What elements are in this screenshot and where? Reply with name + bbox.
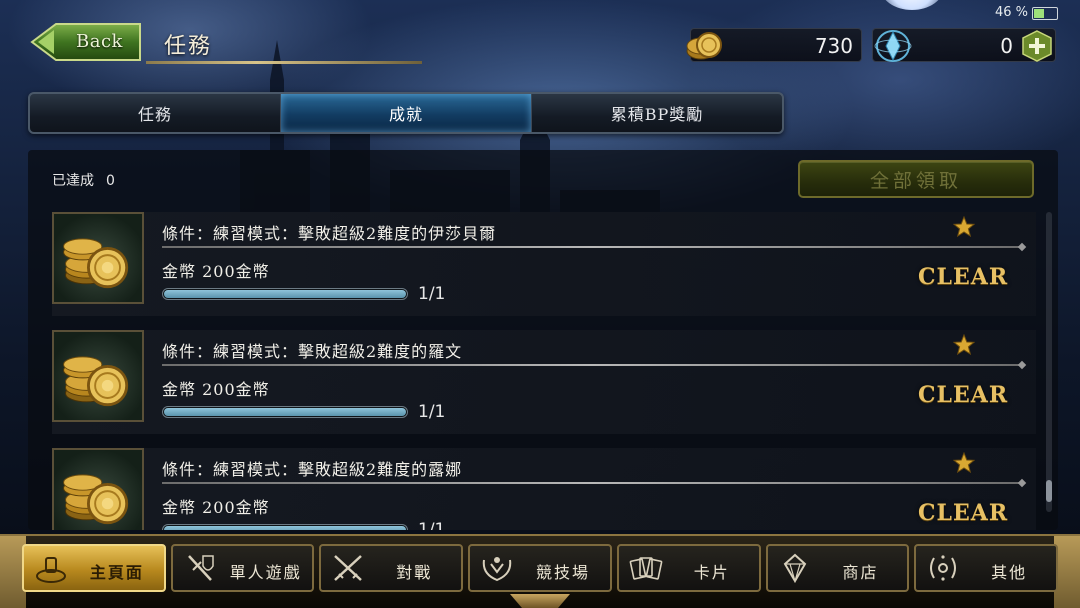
nav-cards-label: 卡片 — [693, 563, 730, 582]
progress-text: 1/1 — [418, 402, 446, 422]
back-button[interactable]: Back — [30, 22, 142, 62]
clear-status: CLEAR — [918, 500, 1009, 526]
achievement-condition: 條件：練習模式：擊敗超級2難度的伊莎貝爾 — [162, 224, 497, 243]
shop-icon — [783, 553, 806, 584]
achievement-row: 條件：練習模式：擊敗超級2難度的羅文 金幣 200金幣 1/1 CLEAR — [52, 330, 1036, 434]
achievement-reward: 金幣 200金幣 — [162, 498, 270, 517]
nav-other-label: 其他 — [991, 563, 1028, 582]
tab-bp-rewards[interactable]: 累積BP獎勵 — [532, 94, 782, 132]
achievement-condition: 條件：練習模式：擊敗超級2難度的露娜 — [162, 460, 463, 479]
star-icon — [953, 334, 975, 356]
star-icon — [953, 216, 975, 238]
tab-missions[interactable]: 任務 — [30, 94, 281, 132]
progress-bar — [162, 524, 408, 530]
nav-battle[interactable]: 對戰 — [319, 544, 464, 592]
achievement-row: 條件：練習模式：擊敗超級2難度的露娜 金幣 200金幣 1/1 CLEAR — [52, 448, 1036, 530]
achieved-value: 0 — [106, 173, 115, 189]
home-icon — [36, 557, 66, 583]
page-title: 任務 — [164, 34, 213, 59]
nav-shop-label: 商店 — [842, 563, 879, 582]
crystal-icon — [874, 30, 912, 62]
achievement-reward: 金幣 200金幣 — [162, 380, 270, 399]
list-scrollbar[interactable] — [1046, 212, 1052, 512]
divider — [162, 364, 1022, 366]
reward-coins-icon — [52, 448, 144, 530]
battery-icon — [1032, 7, 1058, 20]
clear-status: CLEAR — [918, 264, 1009, 290]
laurel-crest-icon — [482, 557, 512, 582]
achievement-row: 條件：練習模式：擊敗超級2難度的伊莎貝爾 金幣 200金幣 1/1 CLEAR — [52, 212, 1036, 316]
crystal-amount: 0 — [1000, 34, 1013, 58]
nav-single-player[interactable]: 單人遊戲 — [170, 544, 315, 592]
nav-arena-label: 競技場 — [536, 563, 591, 582]
nav-cards[interactable]: 卡片 — [616, 544, 761, 592]
gold-balance: 730 — [686, 28, 862, 62]
cards-icon — [629, 557, 663, 580]
bottom-crest-ornament — [510, 594, 570, 608]
divider — [162, 246, 1022, 248]
clear-status: CLEAR — [918, 382, 1009, 408]
progress-text: 1/1 — [418, 284, 446, 304]
back-label: Back — [76, 31, 123, 52]
progress-bar — [162, 288, 408, 300]
title-underline — [146, 61, 422, 64]
battery-percent: 46 % — [994, 5, 1028, 20]
star-icon — [953, 452, 975, 474]
nav-other[interactable]: 其他 — [914, 544, 1059, 592]
gold-amount: 730 — [814, 34, 853, 58]
progress-text: 1/1 — [418, 520, 446, 530]
bottom-navigation: 主頁面 單人遊戲 對戰 競技場 卡片 商店 其他 — [0, 534, 1080, 608]
achieved-count: 已達成 0 — [52, 170, 115, 190]
nav-battle-label: 對戰 — [396, 563, 433, 582]
sword-shield-icon — [187, 555, 214, 581]
crystal-balance: 0 — [872, 28, 1056, 62]
gold-coin-icon — [686, 32, 722, 60]
achievements-panel: 已達成 0 全部領取 條件：練習模式：擊敗超級2難度的伊莎貝爾 金幣 200金幣 … — [28, 150, 1058, 530]
nav-home-label: 主頁面 — [89, 563, 144, 582]
tab-achievements[interactable]: 成就 — [281, 94, 532, 132]
add-currency-button[interactable] — [1021, 30, 1053, 62]
moon — [880, 0, 944, 10]
tab-bar: 任務 成就 累積BP獎勵 — [28, 92, 784, 134]
nav-single-player-label: 單人遊戲 — [229, 563, 302, 582]
progress-bar — [162, 406, 408, 418]
nav-home[interactable]: 主頁面 — [22, 544, 166, 592]
crossed-swords-icon — [334, 555, 363, 581]
achieved-label: 已達成 — [52, 173, 94, 189]
scroll-thumb[interactable] — [1046, 480, 1052, 502]
reward-coins-icon — [52, 212, 144, 304]
nav-shop[interactable]: 商店 — [765, 544, 910, 592]
nav-arena[interactable]: 競技場 — [468, 544, 612, 592]
other-icon — [930, 555, 957, 581]
divider — [162, 482, 1022, 484]
achievement-condition: 條件：練習模式：擊敗超級2難度的羅文 — [162, 342, 463, 361]
achievement-reward: 金幣 200金幣 — [162, 262, 270, 281]
reward-coins-icon — [52, 330, 144, 422]
claim-all-button[interactable]: 全部領取 — [798, 160, 1034, 198]
achievement-list: 條件：練習模式：擊敗超級2難度的伊莎貝爾 金幣 200金幣 1/1 CLEAR … — [28, 210, 1038, 530]
